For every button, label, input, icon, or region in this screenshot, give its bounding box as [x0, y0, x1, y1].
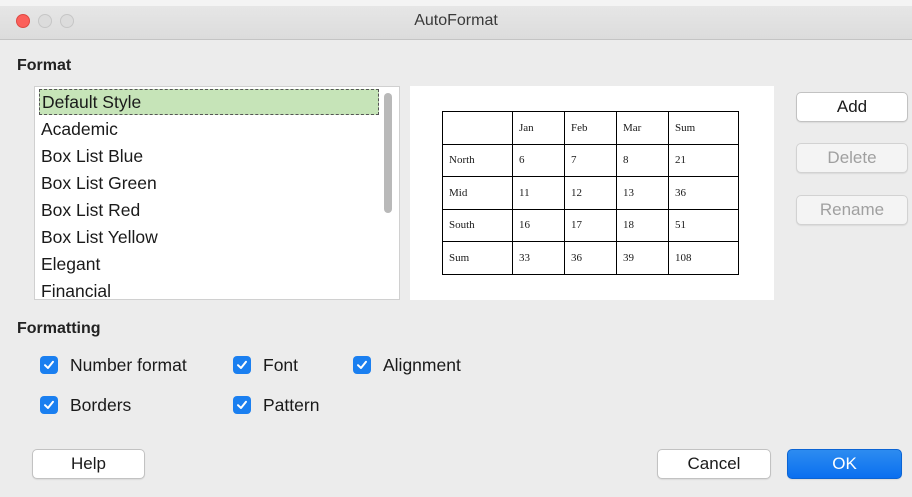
- borders-label: Borders: [70, 394, 132, 415]
- table-cell: 11: [512, 176, 565, 210]
- list-item-financial[interactable]: Financial: [41, 278, 111, 299]
- window-title: AutoFormat: [414, 12, 498, 29]
- table-cell: 33: [512, 241, 565, 275]
- table-cell: Feb: [564, 111, 617, 145]
- list-item-box-list-yellow[interactable]: Box List Yellow: [41, 224, 158, 250]
- table-cell: 8: [616, 143, 669, 177]
- checkmark-icon: [233, 356, 251, 374]
- font-label: Font: [263, 354, 299, 375]
- table-cell: [442, 111, 513, 145]
- list-item-box-list-red[interactable]: Box List Red: [41, 197, 140, 223]
- table-cell: Sum: [442, 241, 513, 275]
- number-format-checkbox[interactable]: Number format: [40, 353, 187, 377]
- table-cell: 21: [668, 143, 739, 177]
- table-cell: 12: [564, 176, 617, 210]
- ok-button[interactable]: OK: [787, 449, 902, 479]
- list-item-default-style[interactable]: Default Style: [39, 89, 379, 115]
- list-item-elegant[interactable]: Elegant: [41, 251, 100, 277]
- number-format-label: Number format: [70, 354, 187, 375]
- title-bar: AutoFormat: [0, 0, 912, 40]
- table-row: South 16 17 18 51: [442, 208, 739, 242]
- table-row: Mid 11 12 13 36: [442, 176, 739, 210]
- checkmark-icon: [40, 356, 58, 374]
- table-row: Jan Feb Mar Sum: [442, 111, 739, 145]
- table-cell: 36: [668, 176, 739, 210]
- table-cell: 13: [616, 176, 669, 210]
- cancel-button[interactable]: Cancel: [657, 449, 771, 479]
- table-cell: 36: [564, 241, 617, 275]
- table-cell: 6: [512, 143, 565, 177]
- pattern-checkbox[interactable]: Pattern: [233, 393, 319, 417]
- pattern-label: Pattern: [263, 394, 320, 415]
- formatting-section-label: Formatting: [17, 320, 101, 337]
- table-cell: 39: [616, 241, 669, 275]
- checkmark-icon: [40, 396, 58, 414]
- table-cell: 108: [668, 241, 739, 275]
- table-cell: 18: [616, 208, 669, 242]
- help-button[interactable]: Help: [32, 449, 145, 479]
- alignment-checkbox[interactable]: Alignment: [353, 353, 461, 377]
- table-cell: 7: [564, 143, 617, 177]
- list-item-box-list-blue[interactable]: Box List Blue: [41, 143, 143, 169]
- checkmark-icon: [353, 356, 371, 374]
- table-row: North 6 7 8 21: [442, 143, 739, 177]
- delete-button[interactable]: Delete: [796, 143, 908, 173]
- list-item-academic[interactable]: Academic: [41, 116, 118, 142]
- alignment-label: Alignment: [383, 354, 461, 375]
- preview-table: Jan Feb Mar Sum North 6 7 8 21 Mid 11 12…: [442, 111, 739, 275]
- style-list[interactable]: Default Style Academic Box List Blue Box…: [34, 86, 400, 300]
- table-cell: 16: [512, 208, 565, 242]
- table-cell: South: [442, 208, 513, 242]
- checkmark-icon: [233, 396, 251, 414]
- table-cell: 51: [668, 208, 739, 242]
- table-row: Sum 33 36 39 108: [442, 241, 739, 275]
- list-scrollbar[interactable]: [384, 93, 392, 213]
- table-cell: 17: [564, 208, 617, 242]
- font-checkbox[interactable]: Font: [233, 353, 298, 377]
- table-cell: Jan: [512, 111, 565, 145]
- add-button[interactable]: Add: [796, 92, 908, 122]
- table-cell: Mid: [442, 176, 513, 210]
- borders-checkbox[interactable]: Borders: [40, 393, 131, 417]
- format-section-label: Format: [17, 57, 72, 74]
- rename-button[interactable]: Rename: [796, 195, 908, 225]
- table-cell: Mar: [616, 111, 669, 145]
- table-cell: North: [442, 143, 513, 177]
- list-item-box-list-green[interactable]: Box List Green: [41, 170, 157, 196]
- table-cell: Sum: [668, 111, 739, 145]
- format-preview: Jan Feb Mar Sum North 6 7 8 21 Mid 11 12…: [410, 86, 774, 300]
